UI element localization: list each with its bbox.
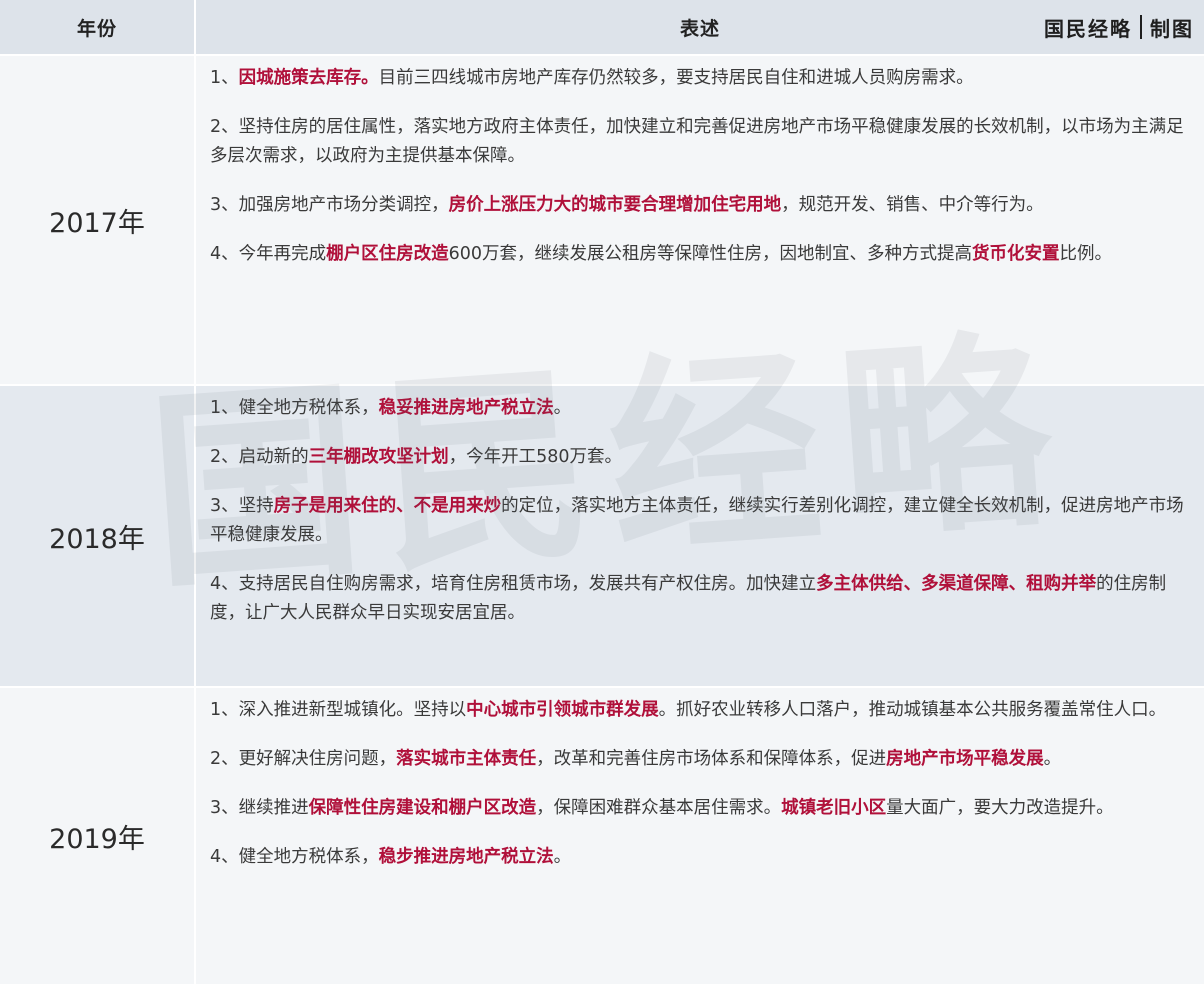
item-text: 4、健全地方税体系， (210, 847, 379, 867)
year-cell-2019: 2019年 (0, 688, 196, 986)
item-text: 。抓好农业转移人口落户，推动城镇基本公共服务覆盖常住人口。 (658, 700, 1167, 720)
policy-item: 1、深入推进新型城镇化。坚持以中心城市引领城市群发展。抓好农业转移人口落户，推动… (210, 696, 1192, 725)
item-highlight: 房价上涨压力大的城市要合理增加住宅用地 (448, 195, 782, 215)
year-label: 2019年 (49, 823, 145, 855)
item-highlight: 保障性住房建设和棚户区改造 (308, 798, 537, 818)
item-text: 1、 (210, 68, 239, 88)
item-highlight: 三年棚改攻坚计划 (308, 447, 449, 467)
item-text: 600万套，继续发展公租房等保障性住房，因地制宜、多种方式提高 (448, 244, 973, 264)
policy-item: 2、更好解决住房问题，落实城市主体责任，改革和完善住房市场体系和保障体系，促进房… (210, 745, 1192, 774)
item-text: 。 (1043, 749, 1062, 769)
policy-item: 4、支持居民自住购房需求，培育住房租赁市场，发展共有产权住房。加快建立多主体供给… (210, 570, 1192, 628)
item-text: 1、深入推进新型城镇化。坚持以 (210, 700, 467, 720)
item-text: 4、支持居民自住购房需求，培育住房租赁市场，发展共有产权住房。加快建立 (210, 574, 817, 594)
desc-cell-2018: 1、健全地方税体系，稳妥推进房地产税立法。 2、启动新的三年棚改攻坚计划，今年开工… (196, 386, 1204, 688)
item-text: ，规范开发、销售、中介等行为。 (781, 195, 1044, 215)
item-text: 2、更好解决住房问题， (210, 749, 397, 769)
year-label: 2017年 (49, 207, 145, 239)
item-text: 。 (553, 398, 572, 418)
policy-item: 3、加强房地产市场分类调控，房价上涨压力大的城市要合理增加住宅用地，规范开发、销… (210, 191, 1192, 220)
item-highlight: 多主体供给、多渠道保障、租购并举 (816, 574, 1097, 594)
item-text: 2、启动新的 (210, 447, 309, 467)
desc-cell-2017: 1、因城施策去库存。目前三四线城市房地产库存仍然较多，要支持居民自住和进城人员购… (196, 56, 1204, 386)
item-text: 比例。 (1059, 244, 1113, 264)
credit-brand: 国民经略 (1044, 16, 1132, 41)
item-text: 2、坚持住房的居住属性，落实地方政府主体责任，加快建立和完善促进房地产市场平稳健… (210, 117, 1184, 166)
policy-item: 1、因城施策去库存。目前三四线城市房地产库存仍然较多，要支持居民自住和进城人员购… (210, 64, 1192, 93)
item-highlight: 房子是用来住的、不是用来炒 (273, 496, 502, 516)
item-highlight: 稳步推进房地产税立法 (378, 847, 554, 867)
header-year-cell: 年份 (0, 0, 196, 56)
policy-item: 4、今年再完成棚户区住房改造600万套，继续发展公租房等保障性住房，因地制宜、多… (210, 240, 1192, 269)
item-highlight: 棚户区住房改造 (326, 244, 449, 264)
policy-item: 2、启动新的三年棚改攻坚计划，今年开工580万套。 (210, 443, 1192, 472)
item-highlight: 落实城市主体责任 (396, 749, 537, 769)
item-text: ，改革和完善住房市场体系和保障体系，促进 (536, 749, 887, 769)
item-text: 3、加强房地产市场分类调控， (210, 195, 449, 215)
policy-item: 2、坚持住房的居住属性，落实地方政府主体责任，加快建立和完善促进房地产市场平稳健… (210, 113, 1192, 171)
item-highlight: 稳妥推进房地产税立法 (378, 398, 554, 418)
item-text: 1、健全地方税体系， (210, 398, 379, 418)
item-text: 量大面广，要大力改造提升。 (886, 798, 1114, 818)
header-desc-label: 表述 (679, 17, 720, 40)
header-year-label: 年份 (76, 17, 117, 40)
item-highlight: 城镇老旧小区 (781, 798, 887, 818)
credit-caption: 制图 (1150, 16, 1194, 41)
item-text: ，今年开工580万套。 (448, 447, 623, 467)
item-highlight: 货币化安置 (972, 244, 1060, 264)
policy-item: 3、坚持房子是用来住的、不是用来炒的定位，落实地方主体责任，继续实行差别化调控，… (210, 492, 1192, 550)
header-desc-cell: 表述 国民经略 制图 (196, 0, 1204, 56)
item-text: ，保障困难群众基本居住需求。 (536, 798, 782, 818)
year-label: 2018年 (49, 523, 145, 555)
year-cell-2018: 2018年 (0, 386, 196, 688)
item-text: 3、继续推进 (210, 798, 309, 818)
policy-item: 4、健全地方税体系，稳步推进房地产税立法。 (210, 843, 1192, 872)
item-highlight: 因城施策去库存。 (238, 68, 379, 88)
policy-item: 3、继续推进保障性住房建设和棚户区改造，保障困难群众基本居住需求。城镇老旧小区量… (210, 794, 1192, 823)
item-highlight: 中心城市引领城市群发展 (466, 700, 659, 720)
item-text: 。 (553, 847, 572, 867)
item-text: 3、坚持 (210, 496, 274, 516)
item-text: 目前三四线城市房地产库存仍然较多，要支持居民自住和进城人员购房需求。 (378, 68, 974, 88)
item-highlight: 房地产市场平稳发展 (886, 749, 1044, 769)
credit-divider (1140, 15, 1142, 39)
policy-table: 年份 表述 国民经略 制图 2017年 1、因城施策去库存。目前三四线城市房地产… (0, 0, 1204, 986)
desc-cell-2019: 1、深入推进新型城镇化。坚持以中心城市引领城市群发展。抓好农业转移人口落户，推动… (196, 688, 1204, 986)
credit-label: 国民经略 制图 (1044, 0, 1194, 54)
year-cell-2017: 2017年 (0, 56, 196, 386)
item-text: 4、今年再完成 (210, 244, 327, 264)
policy-item: 1、健全地方税体系，稳妥推进房地产税立法。 (210, 394, 1192, 423)
